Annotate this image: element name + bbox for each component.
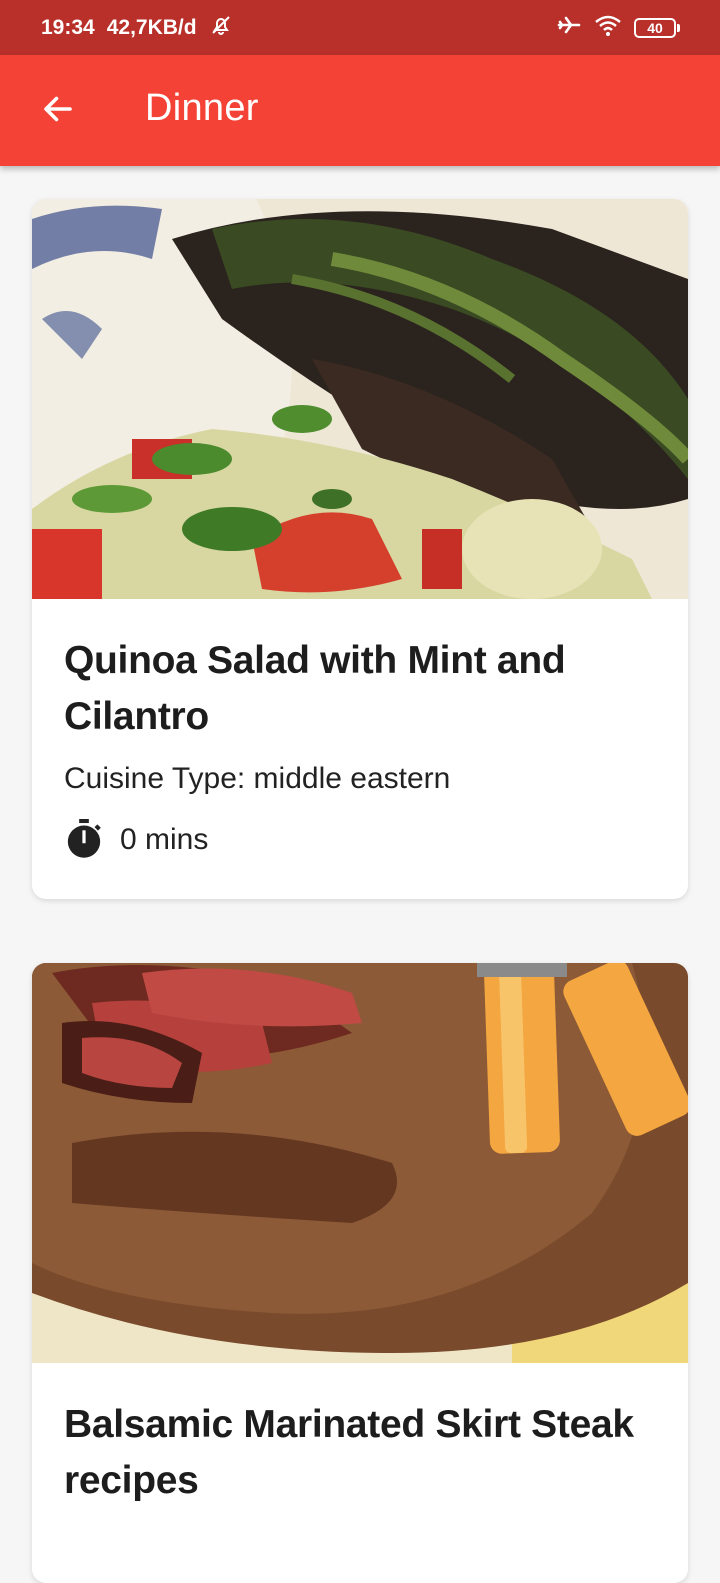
arrow-back-icon	[44, 96, 72, 122]
recipe-title: Balsamic Marinated Skirt Steak recipes	[64, 1403, 634, 1502]
airplane-icon	[556, 13, 582, 43]
app-bar: Dinner	[0, 55, 720, 166]
recipe-card[interactable]: Balsamic Marinated Skirt Steak recipes	[32, 963, 688, 1583]
recipe-image	[32, 199, 688, 599]
mute-notification-icon	[209, 13, 233, 43]
network-speed: 42,7KB/d	[106, 15, 197, 39]
stopwatch-icon	[67, 819, 101, 858]
recipe-card[interactable]: Quinoa Salad with Mint and Cilantro Cuis…	[32, 199, 688, 899]
recipe-time: 0 mins	[120, 823, 209, 856]
recipe-time-row: 0 mins	[64, 819, 656, 861]
status-bar: 19:34 42,7KB/d 40	[0, 0, 720, 55]
recipe-title: Quinoa Salad with Mint and Cilantro	[64, 639, 566, 738]
recipe-cuisine: Cuisine Type: middle eastern	[64, 762, 451, 795]
battery-level: 40	[634, 17, 676, 38]
battery-icon: 40	[634, 17, 680, 38]
wifi-icon	[594, 13, 622, 43]
back-button[interactable]	[30, 81, 86, 137]
status-time: 19:34	[41, 15, 95, 39]
page-title: Dinner	[145, 87, 259, 129]
recipe-image	[32, 963, 688, 1363]
